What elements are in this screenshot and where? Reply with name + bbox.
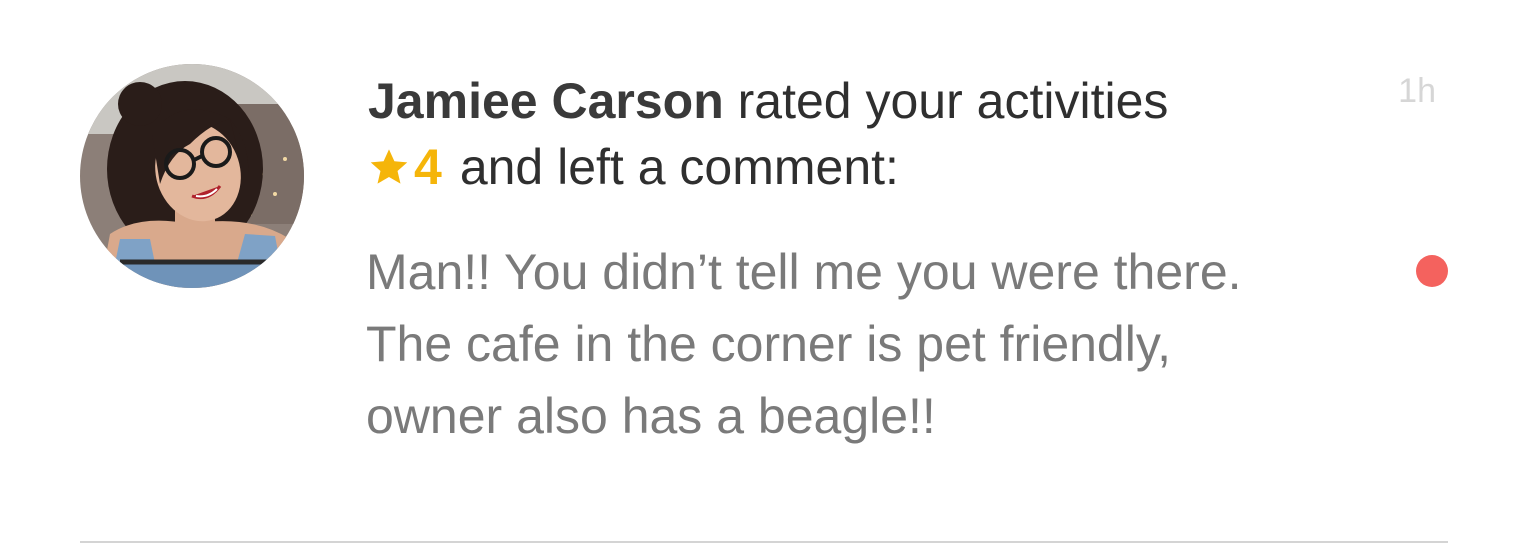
avatar[interactable] [80,64,304,288]
rating: 4 [368,134,442,204]
after-rating-text: and left a comment: [459,139,899,195]
notification-headline: Jamiee Carson rated your activities 4 and… [368,68,1328,204]
action-text: rated your activities [723,73,1169,129]
avatar-photo [80,64,304,288]
divider [80,541,1448,543]
user-name[interactable]: Jamiee Carson [368,73,724,129]
unread-indicator [1416,255,1448,287]
rating-value: 4 [414,139,442,195]
star-icon [368,138,410,204]
notification-item[interactable]: Jamiee Carson rated your activities 4 and… [0,0,1528,544]
timestamp: 1h [1398,72,1436,110]
comment-text: Man!! You didn’t tell me you were there.… [366,244,1242,444]
